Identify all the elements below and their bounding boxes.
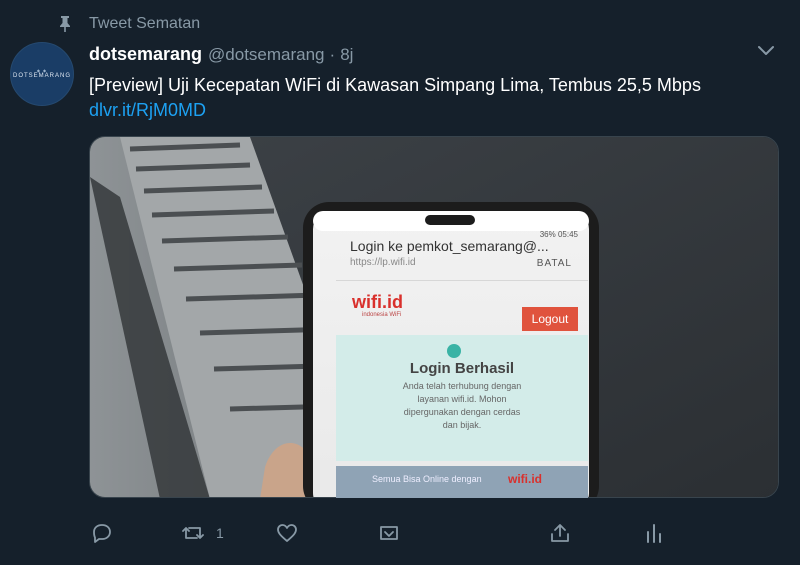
pinned-row: Tweet Sematan bbox=[57, 12, 200, 36]
phone-success-line: dan bijak. bbox=[442, 420, 482, 430]
tweet-time[interactable]: 8j bbox=[340, 45, 353, 65]
phone-url: https://lp.wifi.id bbox=[350, 257, 416, 268]
phone-cancel: BATAL bbox=[536, 258, 572, 269]
phone-success-title: Login Berhasil bbox=[409, 360, 515, 377]
like-button[interactable] bbox=[276, 522, 298, 544]
display-name[interactable]: dotsemarang bbox=[89, 44, 202, 65]
share-icon bbox=[551, 524, 569, 542]
reply-icon bbox=[93, 524, 111, 543]
inbox-save-icon bbox=[380, 526, 398, 540]
reply-button[interactable] bbox=[91, 522, 113, 544]
phone-brand: wifi.id bbox=[352, 292, 403, 312]
phone-success-line: Anda telah terhubung dengan bbox=[402, 381, 522, 391]
avatar-text: DOTSEMARANG bbox=[12, 73, 71, 79]
retweet-button[interactable]: 1 bbox=[182, 522, 224, 544]
phone-success-text: Anda telah terhubung dengan layanan wifi… bbox=[336, 380, 588, 432]
retweet-icon bbox=[182, 527, 204, 539]
tweet-actions: 1 bbox=[0, 522, 800, 552]
tweet-text: [Preview] Uji Kecepatan WiFi di Kawasan … bbox=[89, 75, 701, 95]
user-handle[interactable]: @dotsemarang bbox=[208, 45, 325, 65]
separator: · bbox=[329, 45, 336, 64]
pin-icon bbox=[60, 16, 70, 32]
phone-success-line: layanan wifi.id. Mohon bbox=[417, 394, 507, 404]
tweet-header: dotsemarang @dotsemarang · 8j bbox=[89, 44, 353, 65]
heart-icon bbox=[277, 524, 297, 542]
phone-logout-button: Logout bbox=[522, 307, 578, 331]
share-button[interactable] bbox=[549, 522, 571, 544]
analytics-icon bbox=[647, 524, 661, 543]
check-icon bbox=[447, 344, 461, 358]
phone-brand-tagline: indonesia WiFi bbox=[362, 312, 402, 318]
analytics-button[interactable] bbox=[643, 522, 665, 544]
phone-time: 05:45 bbox=[557, 230, 578, 239]
phone-banner-text: Semua Bisa Online dengan bbox=[372, 474, 482, 484]
pinned-label: Tweet Sematan bbox=[89, 15, 201, 32]
phone-screen: 36% 05:45 Login ke pemkot_semarang@... h… bbox=[312, 210, 588, 498]
retweet-count: 1 bbox=[216, 525, 224, 541]
phone-success-line: dipergunakan dengan cerdas bbox=[403, 407, 521, 417]
phone-banner-brand: wifi.id bbox=[508, 472, 542, 486]
bookmark-button[interactable] bbox=[378, 522, 400, 544]
phone-login-title: Login ke pemkot_semarang@... bbox=[350, 238, 549, 254]
avatar[interactable]: ◆ ◆ DOTSEMARANG bbox=[10, 42, 74, 106]
tweet-link[interactable]: dlvr.it/RjM0MD bbox=[89, 98, 206, 122]
chevron-down-icon[interactable] bbox=[754, 40, 778, 60]
phone-divider bbox=[336, 280, 588, 281]
